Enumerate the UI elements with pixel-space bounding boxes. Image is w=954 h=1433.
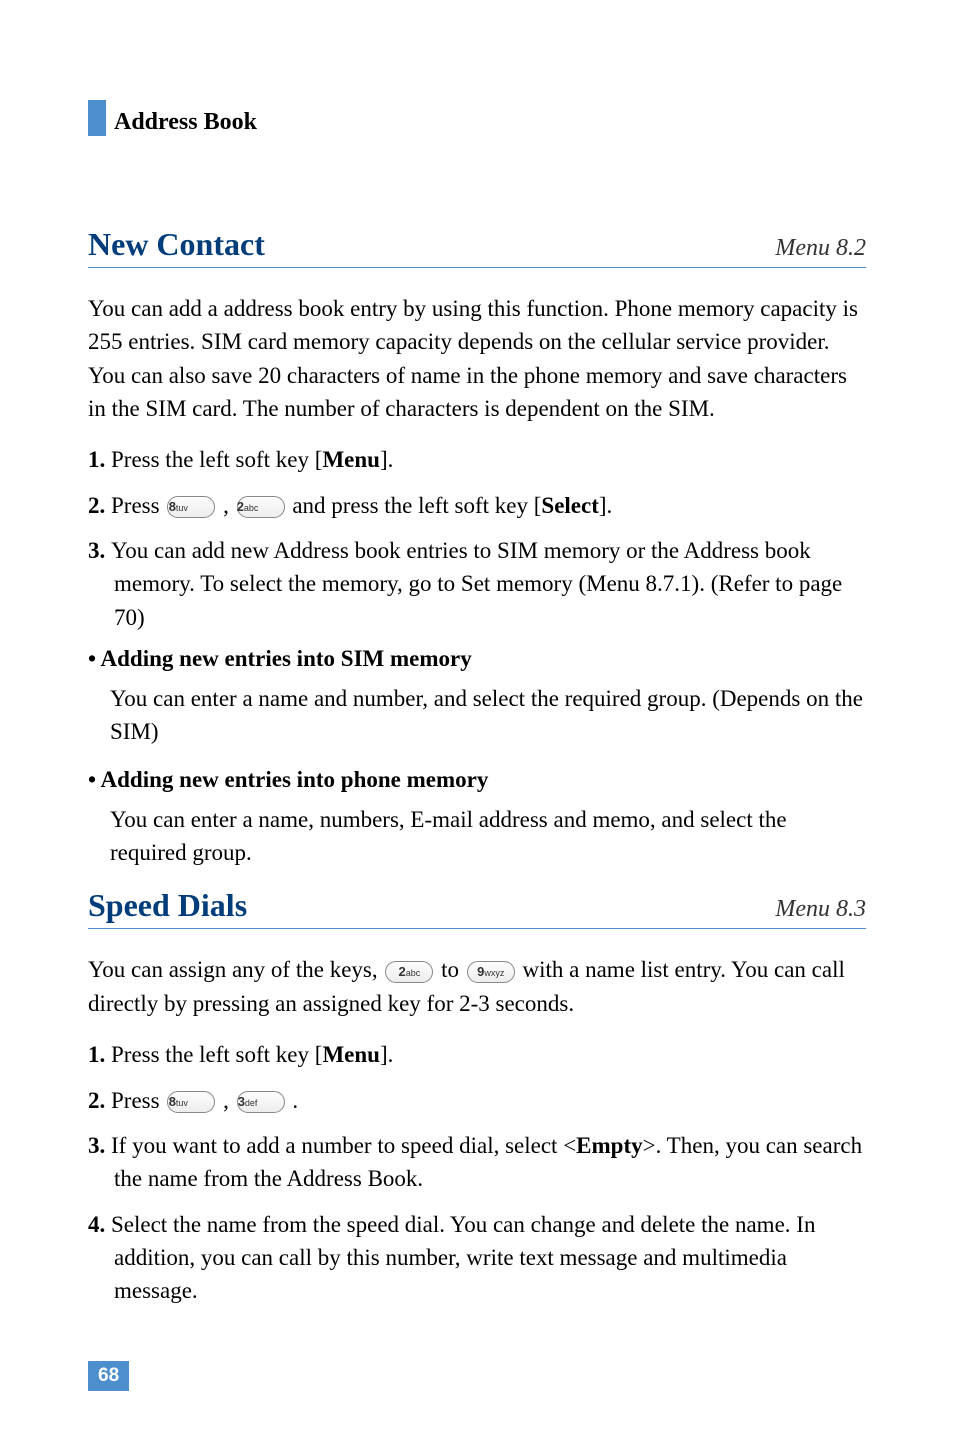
- intro-paragraph: You can assign any of the keys, 2abc to …: [88, 953, 866, 1020]
- step-text-post: ].: [380, 1042, 393, 1067]
- intro-mid: to: [435, 957, 464, 982]
- section-heading-speed-dials: Speed Dials Menu 8.3: [88, 887, 866, 929]
- step-text-mid2: and press the left soft key [: [287, 493, 542, 518]
- step-3: 3. You can add new Address book entries …: [88, 534, 866, 634]
- section-title: New Contact: [88, 226, 265, 263]
- step-number: 2.: [88, 493, 111, 518]
- section-title: Speed Dials: [88, 887, 247, 924]
- step-text-mid: ,: [217, 1088, 234, 1113]
- step-1: 1. Press the left soft key [Menu].: [88, 443, 866, 476]
- step-text-pre: Press: [111, 493, 165, 518]
- intro-pre: You can assign any of the keys,: [88, 957, 383, 982]
- step-number: 1.: [88, 447, 111, 472]
- step-text-post: ].: [599, 493, 612, 518]
- step-2: 2. Press 8tuv , 2abc and press the left …: [88, 489, 866, 522]
- header-accent-block: [88, 100, 106, 136]
- step-3: 3. If you want to add a number to speed …: [88, 1129, 866, 1196]
- step-text-bold: Menu: [322, 1042, 380, 1067]
- bullet-body-sim: You can enter a name and number, and sel…: [88, 682, 866, 749]
- step-number: 4.: [88, 1212, 111, 1237]
- step-number: 2.: [88, 1088, 111, 1113]
- step-text-bold: Select: [541, 493, 598, 518]
- step-text-bold: Empty: [576, 1133, 642, 1158]
- step-4: 4. Select the name from the speed dial. …: [88, 1208, 866, 1308]
- page-number: 68: [88, 1361, 129, 1391]
- page-header: Address Book: [88, 100, 866, 136]
- step-text: Select the name from the speed dial. You…: [111, 1212, 815, 1304]
- key-8-icon: 8tuv: [167, 1091, 215, 1113]
- menu-number: Menu 8.2: [775, 235, 866, 262]
- step-number: 3.: [88, 538, 111, 563]
- step-1: 1. Press the left soft key [Menu].: [88, 1038, 866, 1071]
- step-text-post: ].: [380, 447, 393, 472]
- menu-number: Menu 8.3: [775, 896, 866, 923]
- key-3-icon: 3def: [237, 1091, 285, 1113]
- step-text-pre: Press the left soft key [: [111, 447, 322, 472]
- step-number: 1.: [88, 1042, 111, 1067]
- step-text-bold: Menu: [322, 447, 380, 472]
- step-text: You can add new Address book entries to …: [111, 538, 842, 630]
- step-2: 2. Press 8tuv , 3def .: [88, 1084, 866, 1117]
- step-text-pre: Press: [111, 1088, 165, 1113]
- key-8-icon: 8tuv: [167, 496, 215, 518]
- key-2-icon: 2abc: [237, 496, 285, 518]
- header-title: Address Book: [114, 109, 257, 136]
- step-text-pre: Press the left soft key [: [111, 1042, 322, 1067]
- step-text-post: .: [287, 1088, 299, 1113]
- section-heading-new-contact: New Contact Menu 8.2: [88, 226, 866, 268]
- intro-paragraph: You can add a address book entry by usin…: [88, 292, 866, 425]
- key-2-icon: 2abc: [385, 961, 433, 983]
- bullet-heading-sim: • Adding new entries into SIM memory: [88, 646, 866, 672]
- step-text-mid: ,: [217, 493, 234, 518]
- key-9-icon: 9wxyz: [467, 961, 515, 983]
- bullet-body-phone: You can enter a name, numbers, E-mail ad…: [88, 803, 866, 870]
- step-text-pre: If you want to add a number to speed dia…: [111, 1133, 576, 1158]
- step-number: 3.: [88, 1133, 111, 1158]
- bullet-heading-phone: • Adding new entries into phone memory: [88, 767, 866, 793]
